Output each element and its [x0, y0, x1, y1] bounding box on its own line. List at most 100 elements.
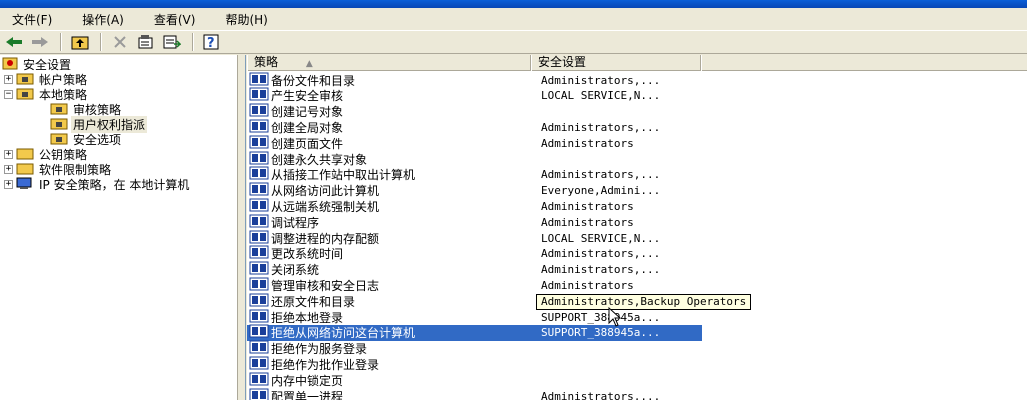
policy-name: 管理审核和安全日志 — [271, 278, 380, 293]
policy-icon — [249, 72, 269, 89]
table-row[interactable]: 配置单一进程 Administrators,... — [247, 388, 1027, 400]
back-arrow-icon[interactable] — [2, 32, 26, 52]
policy-icon — [249, 151, 269, 168]
tree-item-software-restriction[interactable]: + 软件限制策略 — [4, 162, 113, 177]
pane-splitter[interactable] — [238, 55, 246, 400]
table-row[interactable]: 产生安全审核 LOCAL SERVICE,N... — [247, 87, 1027, 104]
table-row[interactable]: 从插接工作站中取出计算机 Administrators,... — [247, 166, 1027, 183]
policy-icon — [249, 230, 269, 247]
policy-icon — [249, 388, 269, 400]
table-row[interactable]: 调试程序 Administrators — [247, 214, 1027, 230]
policy-setting: LOCAL SERVICE,N... — [541, 231, 661, 245]
up-folder-icon[interactable] — [68, 32, 92, 52]
policy-setting: Administrators,... — [541, 168, 661, 182]
tree-item-ip-security[interactable]: + IP 安全策略，在 本地计算机 — [4, 177, 191, 192]
policy-setting: Administrators — [541, 278, 634, 292]
policy-icon — [249, 245, 269, 262]
toolbar-separator — [60, 33, 62, 51]
policy-setting: LOCAL SERVICE,N... — [541, 89, 661, 103]
collapse-icon[interactable]: − — [4, 90, 13, 99]
table-row[interactable]: 拒绝作为服务登录 — [247, 340, 1027, 357]
svg-text:?: ? — [207, 36, 215, 50]
policy-name: 拒绝从网络访问这台计算机 — [271, 326, 416, 341]
toolbar-separator — [100, 33, 102, 51]
export-list-icon[interactable] — [160, 32, 184, 52]
policy-name: 创建全局对象 — [271, 120, 344, 135]
forward-arrow-icon[interactable] — [28, 32, 52, 52]
menu-bar: 文件(F) 操作(A) 查看(V) 帮助(H) — [0, 8, 1027, 30]
policy-icon — [249, 198, 269, 215]
policy-setting: Everyone,Admini... — [541, 184, 661, 198]
expand-icon[interactable]: + — [4, 150, 13, 159]
policy-setting: Administrators — [541, 136, 634, 150]
table-row[interactable]: 备份文件和目录 Administrators,... — [247, 72, 1027, 88]
toolbar-separator — [192, 33, 194, 51]
folder-lock-icon — [16, 86, 34, 103]
list-header: 策略 ▲ 安全设置 — [247, 55, 1027, 71]
table-row[interactable]: 拒绝作为批作业登录 — [247, 356, 1027, 372]
policy-icon — [249, 135, 269, 152]
expand-icon[interactable]: + — [4, 75, 13, 84]
tree-label: IP 安全策略，在 本地计算机 — [39, 178, 190, 192]
table-row[interactable]: 管理审核和安全日志 Administrators — [247, 277, 1027, 293]
policy-icon — [249, 340, 269, 357]
tree-item-security-options[interactable]: 安全选项 — [50, 132, 123, 147]
table-row[interactable]: 创建页面文件 Administrators — [247, 135, 1027, 151]
policy-setting: Administrators,... — [541, 73, 661, 87]
table-row[interactable]: 创建全局对象 Administrators,... — [247, 119, 1027, 135]
table-row[interactable]: 内存中锁定页 — [247, 372, 1027, 388]
policy-name: 产生安全审核 — [271, 89, 344, 104]
table-row[interactable]: 创建永久共享对象 — [247, 151, 1027, 167]
help-icon[interactable]: ? — [200, 32, 224, 52]
policy-name: 更改系统时间 — [271, 247, 344, 262]
policy-name: 拒绝作为批作业登录 — [271, 357, 380, 372]
table-row[interactable]: 拒绝从网络访问这台计算机 SUPPORT_388945a... — [247, 324, 1027, 341]
policy-icon — [249, 309, 269, 326]
tree-item-local-policies[interactable]: − 本地策略 — [4, 87, 89, 102]
tree-item-public-key[interactable]: + 公钥策略 — [4, 147, 89, 162]
policy-name: 备份文件和目录 — [271, 73, 356, 88]
policy-icon — [249, 277, 269, 294]
table-row[interactable]: 创建记号对象 — [247, 103, 1027, 120]
policy-name: 还原文件和目录 — [271, 294, 356, 309]
policy-name: 拒绝本地登录 — [271, 310, 344, 325]
column-header-setting[interactable]: 安全设置 — [531, 55, 701, 71]
policy-name: 配置单一进程 — [271, 389, 344, 400]
tree-item-root[interactable]: 安全设置 — [2, 57, 73, 72]
policy-name: 从插接工作站中取出计算机 — [271, 168, 416, 183]
table-row[interactable]: 拒绝本地登录 SUPPORT_388945a... — [247, 309, 1027, 325]
policy-icon — [249, 261, 269, 278]
table-row[interactable]: 更改系统时间 Administrators,... — [247, 245, 1027, 262]
sort-ascending-icon: ▲ — [305, 59, 313, 69]
policy-setting: Administrators — [541, 199, 634, 213]
column-header-empty — [701, 55, 1027, 71]
policy-icon — [249, 119, 269, 136]
tree-item-audit-policy[interactable]: 审核策略 — [50, 102, 123, 117]
ip-security-icon — [16, 176, 34, 193]
details-list: 策略 ▲ 安全设置 备份文件和目录 Administrators,... 产生安全审… — [247, 55, 1027, 400]
menu-view[interactable]: 查看(V) — [146, 9, 204, 30]
policy-setting: Administrators,... — [541, 263, 661, 277]
table-row[interactable]: 从网络访问此计算机 Everyone,Admini... — [247, 182, 1027, 199]
expand-icon[interactable]: + — [4, 180, 13, 189]
properties-icon[interactable] — [134, 32, 158, 52]
column-header-policy[interactable]: 策略 ▲ — [247, 55, 531, 71]
menu-action[interactable]: 操作(A) — [74, 9, 132, 30]
delete-icon[interactable] — [108, 32, 132, 52]
policy-name: 从网络访问此计算机 — [271, 184, 380, 199]
table-row[interactable]: 调整进程的内存配额 LOCAL SERVICE,N... — [247, 230, 1027, 246]
tree-item-user-rights[interactable]: 用户权利指派 — [50, 116, 148, 133]
policy-name: 创建记号对象 — [271, 105, 344, 120]
policy-setting: Administrators,... — [541, 389, 661, 400]
tree-item-account-policies[interactable]: + 帐户策略 — [4, 72, 89, 87]
table-row[interactable]: 从远端系统强制关机 Administrators — [247, 198, 1027, 214]
policy-icon — [249, 103, 269, 120]
table-row[interactable]: 关闭系统 Administrators,... — [247, 261, 1027, 278]
title-bar — [0, 0, 1027, 8]
menu-help[interactable]: 帮助(H) — [217, 9, 275, 30]
expand-icon[interactable]: + — [4, 165, 13, 174]
policy-icon — [249, 87, 269, 104]
policy-name: 调整进程的内存配额 — [271, 231, 380, 246]
policy-name: 内存中锁定页 — [271, 373, 344, 388]
menu-file[interactable]: 文件(F) — [4, 9, 60, 30]
